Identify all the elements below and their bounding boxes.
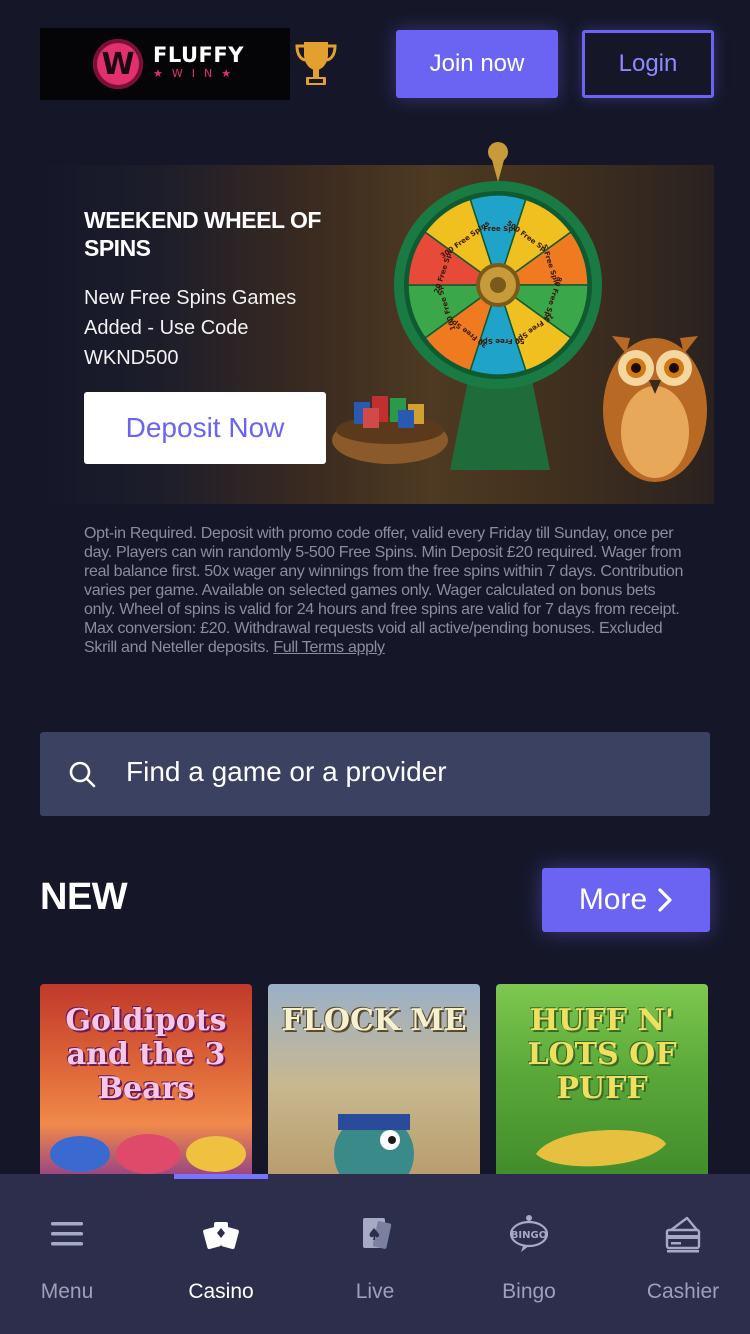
game-title: FLOCK ME (281, 1003, 467, 1038)
deposit-now-button[interactable]: Deposit Now (84, 392, 326, 464)
live-cards-icon (363, 1218, 392, 1249)
game-title: HUFF N' LOTS OF PUFF (527, 1003, 677, 1106)
header: W FLUFFY ★WIN★ Join now Login (0, 0, 750, 130)
fluffy-win-logo[interactable]: W FLUFFY ★WIN★ (40, 28, 290, 100)
game-tile-flock-me[interactable]: FLOCK ME (268, 984, 480, 1184)
search-bar[interactable]: Find a game or a provider (40, 732, 710, 816)
promo-banner[interactable]: 10 Free Spins 500 Free Spins 5 Free Spins 8… (40, 140, 714, 504)
game-title: Goldipots and the 3 Bears (65, 1003, 227, 1106)
nav-item-cashier[interactable]: Cashier (608, 1174, 750, 1334)
nav-item-casino[interactable]: Casino (146, 1174, 296, 1334)
full-terms-link[interactable]: Full Terms apply (273, 639, 385, 656)
banner-title: WEEKEND WHEEL OF SPINS (84, 207, 321, 261)
logo-badge: W (93, 39, 143, 89)
login-button[interactable]: Login (582, 30, 714, 98)
promo-terms: Opt-in Required. Deposit with promo code… (84, 524, 684, 657)
trophy-icon[interactable] (294, 40, 338, 88)
game-tile-huff-n-puff[interactable]: HUFF N' LOTS OF PUFF (496, 984, 708, 1184)
logo-text: FLUFFY ★WIN★ (153, 43, 244, 80)
nav-label-casino: Casino (188, 1280, 254, 1303)
logo-sub-text: ★WIN★ (153, 67, 241, 80)
cashier-icon (665, 1216, 701, 1253)
bottom-nav: Menu Casino Live BINGO Bingo Cashier (0, 1174, 750, 1334)
nav-label-menu: Menu (40, 1280, 94, 1303)
search-icon (69, 761, 96, 788)
casino-icon (203, 1222, 239, 1250)
menu-icon (51, 1222, 83, 1246)
promo-wheel-illustration: 10 Free Spins500 Free Spins5 Free Spins8… (332, 142, 707, 482)
nav-label-live: Live (355, 1280, 395, 1303)
more-button[interactable]: More (542, 868, 710, 932)
nav-label-cashier: Cashier (646, 1280, 720, 1303)
nav-label-bingo: Bingo (502, 1280, 556, 1303)
banner-description: New Free Spins Games Added - Use Code WK… (84, 287, 297, 369)
join-now-button[interactable]: Join now (396, 30, 558, 98)
section-title-new: NEW (40, 876, 128, 918)
nav-item-menu[interactable]: Menu (0, 1174, 142, 1334)
nav-item-live[interactable]: Live (300, 1174, 450, 1334)
nav-item-bingo[interactable]: BINGO Bingo (454, 1174, 604, 1334)
game-art (334, 1114, 414, 1184)
game-tile-goldipots[interactable]: Goldipots and the 3 Bears (40, 984, 252, 1184)
svg-text:BINGO: BINGO (511, 1230, 547, 1241)
more-button-label: More (578, 883, 648, 916)
terms-text: Opt-in Required. Deposit with promo code… (84, 525, 684, 656)
search-input[interactable]: Find a game or a provider (126, 756, 447, 788)
logo-main-text: FLUFFY (153, 43, 244, 67)
bingo-icon: BINGO (509, 1215, 549, 1252)
chevron-right-icon (658, 888, 672, 912)
